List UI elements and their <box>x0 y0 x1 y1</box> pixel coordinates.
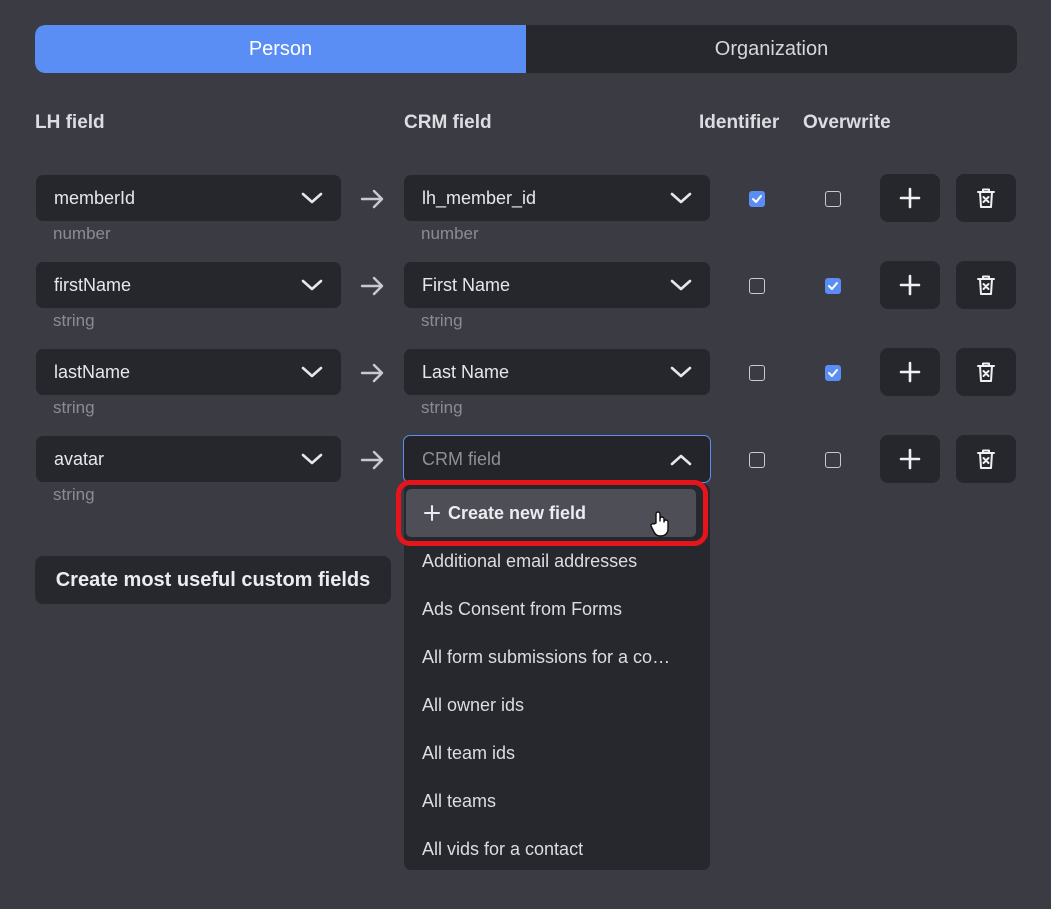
chevron-down-icon <box>670 366 692 378</box>
chevron-down-icon <box>301 453 323 465</box>
lh-field-type: string <box>53 311 95 330</box>
crm-field-header: CRM field <box>404 112 492 133</box>
trash-icon <box>977 188 995 208</box>
trash-icon <box>977 275 995 295</box>
dropdown-option[interactable]: All vids for a contact <box>422 839 682 860</box>
crm-field-value: lh_member_id <box>422 187 537 208</box>
dropdown-option[interactable]: All form submissions for a co… <box>422 647 682 668</box>
crm-field-type: string <box>421 311 463 330</box>
add-row-button[interactable] <box>880 348 940 396</box>
crm-field-value: First Name <box>422 274 511 295</box>
add-row-button[interactable] <box>880 261 940 309</box>
lh-field-value: firstName <box>54 274 132 295</box>
identifier-checkbox[interactable] <box>749 278 765 294</box>
create-custom-fields-button[interactable]: Create most useful custom fields <box>35 556 391 604</box>
lh-field-select[interactable]: memberId <box>36 175 341 221</box>
lh-field-select[interactable]: firstName <box>36 262 341 308</box>
dropdown-option[interactable]: Ads Consent from Forms <box>422 599 682 620</box>
trash-icon <box>977 449 995 469</box>
lh-field-select[interactable]: lastName <box>36 349 341 395</box>
identifier-header: Identifier <box>699 112 780 133</box>
overwrite-checkbox[interactable] <box>825 365 841 381</box>
overwrite-checkbox[interactable] <box>825 191 841 207</box>
crm-field-select[interactable]: First Name <box>404 262 710 308</box>
add-row-button[interactable] <box>880 174 940 222</box>
delete-row-button[interactable] <box>956 435 1016 483</box>
plus-icon <box>899 448 921 470</box>
identifier-checkbox[interactable] <box>749 191 765 207</box>
dropdown-option[interactable]: Additional email addresses <box>422 551 682 572</box>
lh-field-value: memberId <box>54 187 136 208</box>
chevron-up-icon <box>670 454 692 466</box>
overwrite-checkbox[interactable] <box>825 452 841 468</box>
plus-icon <box>899 274 921 296</box>
tab-organization[interactable]: Organization <box>526 25 1017 73</box>
tab-person[interactable]: Person <box>35 25 526 73</box>
chevron-down-icon <box>301 279 323 291</box>
arrow-right-icon <box>360 276 384 296</box>
crm-field-type: number <box>421 224 479 243</box>
delete-row-button[interactable] <box>956 174 1016 222</box>
crm-field-select-open[interactable]: CRM field <box>403 435 711 483</box>
lh-field-type: string <box>53 485 95 504</box>
lh-field-select[interactable]: avatar <box>36 436 341 482</box>
plus-icon <box>899 187 921 209</box>
delete-row-button[interactable] <box>956 261 1016 309</box>
checkmark-icon <box>828 369 838 377</box>
dropdown-option[interactable]: All team ids <box>422 743 682 764</box>
crm-field-placeholder: CRM field <box>422 448 502 469</box>
lh-field-type: string <box>53 398 95 417</box>
identifier-checkbox[interactable] <box>749 452 765 468</box>
chevron-down-icon <box>301 192 323 204</box>
dropdown-option[interactable]: All teams <box>422 791 682 812</box>
crm-field-select[interactable]: lh_member_id <box>404 175 710 221</box>
overwrite-header: Overwrite <box>803 112 891 133</box>
arrow-right-icon <box>360 189 384 209</box>
checkmark-icon <box>752 195 762 203</box>
hand-cursor-icon <box>650 511 669 537</box>
lh-field-type: number <box>53 224 111 243</box>
delete-row-button[interactable] <box>956 348 1016 396</box>
dropdown-option[interactable]: All owner ids <box>422 695 682 716</box>
arrow-right-icon <box>360 450 384 470</box>
chevron-down-icon <box>670 192 692 204</box>
lh-field-value: lastName <box>54 361 131 382</box>
crm-field-type: string <box>421 398 463 417</box>
trash-icon <box>977 362 995 382</box>
identifier-checkbox[interactable] <box>749 365 765 381</box>
add-row-button[interactable] <box>880 435 940 483</box>
lh-field-value: avatar <box>54 448 105 469</box>
plus-icon <box>899 361 921 383</box>
crm-field-select[interactable]: Last Name <box>404 349 710 395</box>
crm-field-value: Last Name <box>422 361 510 382</box>
chevron-down-icon <box>301 366 323 378</box>
overwrite-checkbox[interactable] <box>825 278 841 294</box>
checkmark-icon <box>828 282 838 290</box>
arrow-right-icon <box>360 363 384 383</box>
chevron-down-icon <box>670 279 692 291</box>
entity-tabs: Person Organization <box>35 25 1017 73</box>
lh-field-header: LH field <box>35 112 105 133</box>
